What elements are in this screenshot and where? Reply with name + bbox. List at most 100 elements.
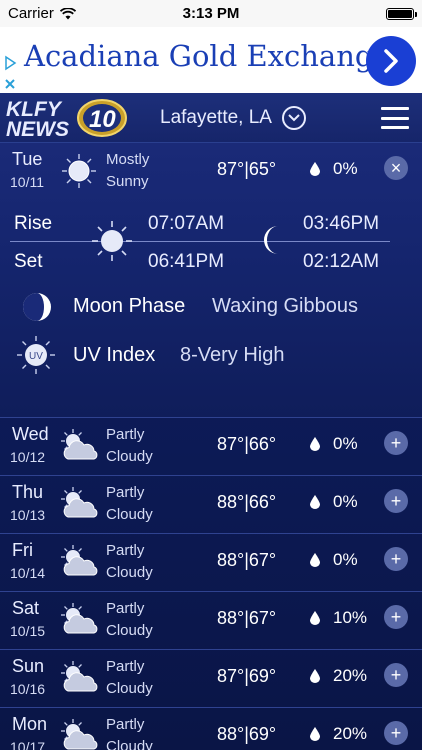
- uv-index-value: 8-Very High: [180, 344, 285, 366]
- condition-text: Partly Cloudy: [106, 482, 153, 526]
- collapse-button[interactable]: ×: [384, 156, 408, 180]
- condition-line1: Partly: [106, 542, 145, 559]
- status-right: [386, 7, 417, 20]
- day-name: Wed: [12, 424, 49, 444]
- forecast-row[interactable]: Thu 10/13 Partly Cloudy 88°|66° 0% +: [0, 476, 422, 534]
- set-label: Set: [14, 251, 43, 272]
- ad-banner[interactable]: Acadiana Gold Exchange: [0, 27, 422, 93]
- partly-cloudy-icon: [61, 603, 98, 634]
- condition-line1: Partly: [106, 484, 145, 501]
- raindrop-icon: [310, 437, 320, 451]
- status-bar: Carrier 3:13 PM: [0, 0, 422, 27]
- location-label: Lafayette, LA: [160, 107, 272, 128]
- expand-button[interactable]: +: [384, 489, 408, 513]
- day-date: 10/15: [10, 623, 46, 639]
- condition-line1: Mostly: [106, 151, 150, 168]
- condition-line2: Cloudy: [106, 564, 153, 581]
- condition-line1: Partly: [106, 426, 145, 443]
- expand-button[interactable]: +: [384, 547, 408, 571]
- wifi-icon: [59, 7, 76, 19]
- condition-line2: Cloudy: [106, 622, 153, 639]
- condition-text: Partly Cloudy: [106, 424, 153, 468]
- forecast-main[interactable]: Tue 10/11 Mostly Sunny 87°|65° 0% × Rise…: [0, 143, 422, 750]
- partly-cloudy-icon: [61, 429, 98, 460]
- condition-line2: Cloudy: [106, 448, 153, 465]
- raindrop-icon: [310, 727, 320, 741]
- day-name: Tue: [12, 149, 43, 169]
- precip-chance: 0%: [333, 492, 358, 511]
- day-date: 10/12: [10, 449, 46, 465]
- sun-moon-times: Rise Set 07:07AM 06:41PM 03:46PM 02:12AM: [0, 201, 422, 281]
- condition-line2: Sunny: [106, 173, 149, 190]
- temperature-range: 88°|67°: [217, 550, 277, 570]
- raindrop-icon: [310, 611, 320, 625]
- temperature-range: 87°|66°: [217, 434, 277, 454]
- ad-go-button[interactable]: [366, 36, 416, 86]
- forecast-row[interactable]: Mon 10/17 Partly Cloudy 88°|69° 20% +: [0, 708, 422, 750]
- uv-index-row: UV UV Index 8-Very High: [0, 335, 422, 375]
- sun-icon: [92, 221, 132, 261]
- day-date: 10/16: [10, 681, 46, 697]
- moon-phase-icon: [23, 293, 51, 321]
- day-name: Thu: [12, 482, 44, 502]
- today-expanded: Tue 10/11 Mostly Sunny 87°|65° 0% × Rise…: [0, 143, 422, 418]
- close-icon[interactable]: [2, 77, 18, 91]
- raindrop-icon: [310, 553, 320, 567]
- status-left: Carrier: [8, 5, 76, 22]
- condition-line2: Cloudy: [106, 738, 153, 750]
- forecast-list: Wed 10/12 Partly Cloudy 87°|66° 0% + Thu…: [0, 418, 422, 750]
- day-date: 10/14: [10, 565, 46, 581]
- condition-line2: Cloudy: [106, 680, 153, 697]
- uv-index-icon: UV: [17, 336, 55, 374]
- moon-phase-label: Moon Phase: [73, 295, 186, 317]
- raindrop-icon: [310, 669, 320, 683]
- uv-icon-text: UV: [29, 351, 43, 362]
- precip-chance: 0%: [333, 550, 358, 569]
- precip-chance: 20%: [333, 666, 368, 685]
- horizon-line: [10, 241, 390, 242]
- partly-cloudy-icon: [61, 719, 98, 750]
- forecast-row[interactable]: Fri 10/14 Partly Cloudy 88°|67° 0% +: [0, 534, 422, 592]
- chevron-down-icon: [281, 106, 306, 130]
- forecast-row[interactable]: Wed 10/12 Partly Cloudy 87°|66° 0% +: [0, 418, 422, 476]
- day-name: Sat: [12, 598, 40, 618]
- day-date: 10/13: [10, 507, 46, 523]
- expand-button[interactable]: +: [384, 663, 408, 687]
- uv-index-label: UV Index: [73, 344, 156, 366]
- hamburger-menu-icon[interactable]: [381, 107, 409, 129]
- info-icon[interactable]: [2, 55, 18, 71]
- moon-phase-value: Waxing Gibbous: [212, 295, 358, 317]
- temperature-range: 88°|67°: [217, 608, 277, 628]
- ad-text[interactable]: Acadiana Gold Exchange: [24, 39, 391, 73]
- precip-chance: 20%: [333, 724, 368, 743]
- carrier-label: Carrier: [8, 5, 54, 22]
- moon-icon: [264, 226, 278, 254]
- expand-button[interactable]: +: [384, 431, 408, 455]
- forecast-row[interactable]: Sun 10/16 Partly Cloudy 87°|69° 20% +: [0, 650, 422, 708]
- expand-button[interactable]: +: [384, 721, 408, 745]
- condition-text: Mostly Sunny: [106, 149, 149, 193]
- temperature-range: 87°|69°: [217, 666, 277, 686]
- moonrise-time: 03:46PM: [303, 213, 380, 234]
- expand-button[interactable]: +: [384, 605, 408, 629]
- chevron-right-icon: [384, 49, 398, 73]
- temperature-range: 87°|65°: [217, 159, 277, 179]
- precip-chance: 0%: [333, 159, 358, 178]
- condition-text: Partly Cloudy: [106, 656, 153, 700]
- battery-icon: [386, 7, 417, 20]
- precip-chance: 0%: [333, 434, 358, 453]
- condition-line2: Cloudy: [106, 506, 153, 523]
- mostly-sunny-icon: [62, 154, 96, 188]
- forecast-row[interactable]: Sat 10/15 Partly Cloudy 88°|67° 10% +: [0, 592, 422, 650]
- app-header: KLFY NEWS 10 Lafayette, LA: [0, 93, 422, 143]
- raindrop-icon: [310, 495, 320, 509]
- sunset-time: 06:41PM: [148, 251, 225, 272]
- today-row[interactable]: Tue 10/11 Mostly Sunny 87°|65° 0% ×: [0, 143, 422, 201]
- day-date: 10/17: [10, 739, 46, 750]
- temperature-range: 88°|66°: [217, 492, 277, 512]
- temperature-range: 88°|69°: [217, 724, 277, 744]
- partly-cloudy-icon: [61, 661, 98, 692]
- raindrop-icon: [310, 162, 320, 176]
- location-selector[interactable]: Lafayette, LA: [160, 106, 306, 130]
- battery-fill: [388, 9, 412, 18]
